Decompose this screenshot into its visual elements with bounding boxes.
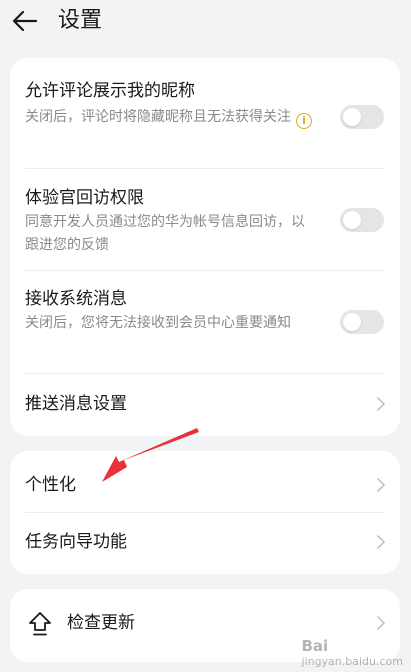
setting-title: 接收系统消息 (25, 289, 127, 309)
setting-description: 关闭后，评论时将隐藏昵称且无法获得关注 i (25, 106, 315, 129)
settings-card-general: 个性化 任务向导功能 (10, 451, 400, 574)
chevron-right-icon (377, 535, 385, 549)
setting-row-push-settings[interactable]: 推送消息设置 (10, 374, 400, 436)
setting-title: 允许评论展示我的昵称 (25, 81, 195, 101)
setting-title: 推送消息设置 (25, 394, 127, 414)
chevron-right-icon (377, 478, 385, 492)
toggle-show-nickname[interactable] (340, 105, 384, 129)
setting-row-system-messages: 接收系统消息 关闭后，您将无法接收到会员中心重要通知 (10, 271, 400, 373)
setting-row-tester-callback: 体验官回访权限 同意开发人员通过您的华为帐号信息回访，以跟进您的反馈 (10, 169, 400, 270)
setting-title: 个性化 (25, 475, 76, 495)
setting-title: 检查更新 (67, 613, 135, 633)
toggle-knob (343, 211, 361, 229)
upload-arrow-icon (29, 612, 51, 636)
header: 设置 (0, 0, 411, 44)
toggle-system-messages[interactable] (340, 310, 384, 334)
info-icon[interactable]: i (296, 113, 312, 129)
back-button[interactable] (8, 4, 42, 38)
setting-description: 关闭后，您将无法接收到会员中心重要通知 (25, 315, 291, 331)
toggle-tester-callback[interactable] (340, 208, 384, 232)
setting-title: 体验官回访权限 (25, 188, 144, 208)
setting-description: 同意开发人员通过您的华为帐号信息回访，以跟进您的反馈 (25, 214, 305, 253)
chevron-right-icon (377, 397, 385, 411)
toggle-knob (343, 108, 361, 126)
setting-row-task-guide[interactable]: 任务向导功能 (10, 513, 400, 574)
page-title: 设置 (58, 8, 103, 33)
setting-row-personalization[interactable]: 个性化 (10, 451, 400, 512)
back-arrow-icon (12, 10, 38, 32)
toggle-knob (343, 313, 361, 331)
setting-title: 任务向导功能 (25, 532, 127, 552)
setting-row-show-nickname: 允许评论展示我的昵称 关闭后，评论时将隐藏昵称且无法获得关注 i (10, 58, 400, 168)
settings-card-privacy: 允许评论展示我的昵称 关闭后，评论时将隐藏昵称且无法获得关注 i 体验官回访权限 … (10, 58, 400, 436)
chevron-right-icon (377, 616, 385, 630)
watermark: Bai jingyan.baidu.com (301, 637, 403, 668)
